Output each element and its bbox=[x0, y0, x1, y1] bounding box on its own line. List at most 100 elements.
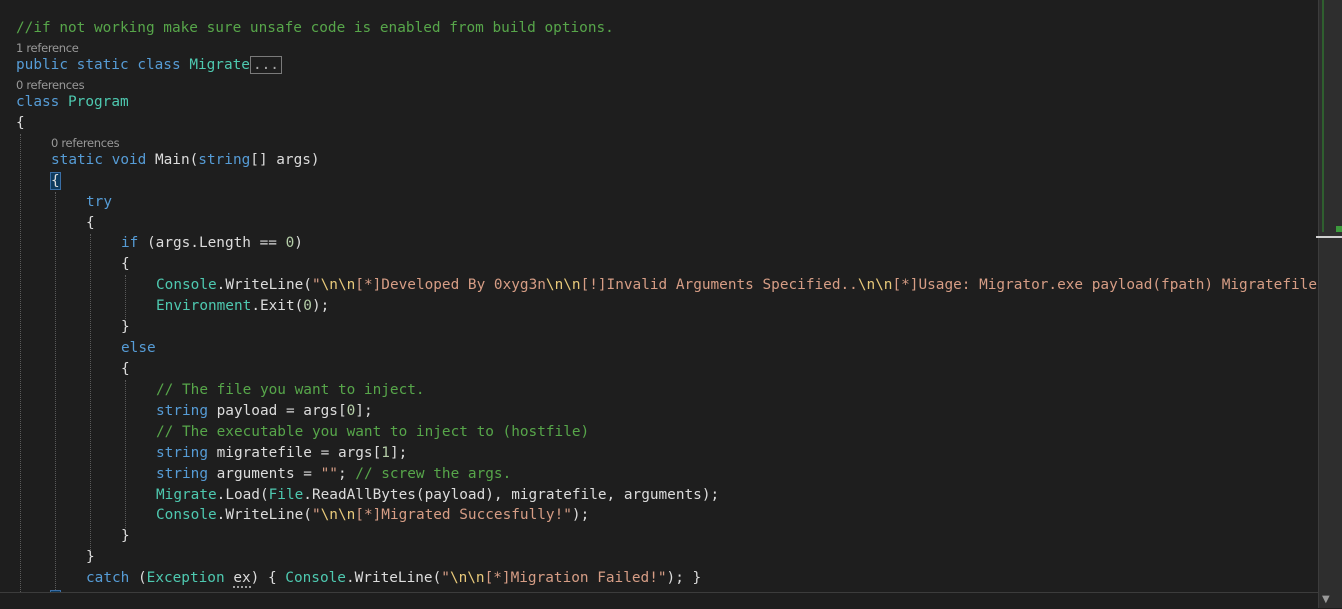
method-call: ); bbox=[311, 298, 330, 314]
matched-brace: { bbox=[50, 172, 61, 190]
scrollbar-thumb-marker[interactable] bbox=[1336, 226, 1342, 232]
string-literal: [*]Migration Failed! bbox=[484, 570, 658, 586]
code-line[interactable]: static void Main(string[] args) bbox=[51, 150, 320, 171]
code-line[interactable]: } bbox=[121, 526, 130, 547]
code-line[interactable]: { bbox=[86, 213, 95, 234]
vertical-scrollbar[interactable] bbox=[1318, 0, 1342, 608]
type-name: File bbox=[268, 487, 304, 503]
brace: } bbox=[121, 528, 130, 544]
keyword: string bbox=[156, 403, 208, 419]
comment: //if not working make sure unsafe code i… bbox=[16, 20, 614, 36]
escape-sequence: \n\n bbox=[449, 570, 485, 586]
code-line[interactable]: class Program bbox=[16, 92, 129, 113]
declaration: ; bbox=[337, 466, 356, 482]
code-line[interactable]: { bbox=[121, 254, 130, 275]
indent-guide bbox=[20, 134, 21, 592]
codelens-references[interactable]: 0 references bbox=[16, 78, 85, 92]
keyword: class bbox=[16, 94, 60, 110]
code-line[interactable]: { bbox=[50, 171, 61, 192]
keyword: try bbox=[86, 194, 112, 210]
method-call: .Exit( bbox=[251, 298, 304, 314]
declaration: payload = args[ bbox=[207, 403, 347, 419]
string-literal: "" bbox=[320, 466, 338, 482]
string-literal: [*]Usage: Migrator.exe payload(fpath) Mi… bbox=[892, 277, 1318, 293]
collapsed-region-button[interactable]: ... bbox=[249, 56, 282, 74]
string-quote: " bbox=[311, 507, 321, 523]
codelens-references[interactable]: 1 reference bbox=[16, 41, 79, 55]
indent-guide bbox=[90, 234, 91, 560]
code-line[interactable]: Migrate.Load(File.ReadAllBytes(payload),… bbox=[156, 485, 719, 506]
code-line[interactable]: string migratefile = args[1]; bbox=[156, 443, 407, 464]
brace: { bbox=[121, 361, 130, 377]
keyword: string bbox=[156, 445, 208, 461]
brace: { bbox=[121, 256, 130, 272]
method-call: ); } bbox=[666, 570, 702, 586]
code-line[interactable]: public static class Migrate... bbox=[16, 55, 282, 76]
scrollbar-change-marker bbox=[1322, 0, 1324, 232]
expression: ) { bbox=[250, 570, 286, 586]
keyword: if bbox=[121, 235, 139, 251]
number-literal: 1 bbox=[381, 445, 390, 461]
keyword: static bbox=[51, 152, 103, 168]
declaration: ]; bbox=[355, 403, 373, 419]
keyword: public bbox=[16, 57, 68, 73]
type-name: Exception bbox=[146, 570, 225, 586]
string-quote: " bbox=[441, 570, 450, 586]
chevron-down-icon[interactable]: ▼ bbox=[1322, 594, 1330, 605]
method-signature: [] args) bbox=[250, 152, 320, 168]
code-line[interactable]: try bbox=[86, 192, 112, 213]
escape-sequence: \n\n bbox=[320, 507, 356, 523]
number-literal: 0 bbox=[346, 403, 356, 419]
method-call: .WriteLine( bbox=[216, 507, 312, 523]
comment: // The executable you want to inject to … bbox=[156, 424, 590, 440]
string-literal: [*]Migrated Succesfully! bbox=[355, 507, 564, 523]
code-line[interactable]: { bbox=[121, 359, 130, 380]
type-name: Environment bbox=[156, 298, 252, 314]
type-name: Migrate bbox=[156, 487, 217, 503]
code-line[interactable]: Console.WriteLine("\n\n[*]Developed By 0… bbox=[156, 275, 1318, 296]
method-call: .ReadAllBytes(payload), migratefile, arg… bbox=[303, 487, 720, 503]
comment: // The file you want to inject. bbox=[156, 382, 425, 398]
declaration: migratefile = args[ bbox=[207, 445, 382, 461]
code-line[interactable]: //if not working make sure unsafe code i… bbox=[16, 18, 614, 39]
code-line[interactable]: catch (Exception ex) { Console.WriteLine… bbox=[86, 568, 701, 589]
number-literal: 0 bbox=[285, 235, 295, 251]
indent-guide bbox=[125, 275, 126, 319]
code-line[interactable]: string payload = args[0]; bbox=[156, 401, 373, 422]
escape-sequence: \n\n bbox=[320, 277, 356, 293]
brace: } bbox=[86, 549, 95, 565]
code-line[interactable]: // The file you want to inject. bbox=[156, 380, 425, 401]
code-line[interactable]: } bbox=[121, 317, 130, 338]
type-name: Console bbox=[156, 277, 217, 293]
keyword: void bbox=[111, 152, 147, 168]
unused-variable-warning[interactable]: ex bbox=[233, 570, 251, 588]
method-signature: Main( bbox=[146, 152, 199, 168]
expression: (args.Length == bbox=[138, 235, 286, 251]
brace: { bbox=[86, 215, 95, 231]
code-line[interactable]: Console.WriteLine("\n\n[*]Migrated Succe… bbox=[156, 505, 589, 526]
escape-sequence: \n\n bbox=[857, 277, 893, 293]
code-line[interactable]: else bbox=[121, 338, 156, 359]
expression: ( bbox=[129, 570, 147, 586]
brace: } bbox=[121, 319, 130, 335]
code-line[interactable]: { bbox=[16, 113, 25, 134]
horizontal-scrollbar[interactable] bbox=[0, 592, 1318, 609]
code-editor[interactable]: //if not working make sure unsafe code i… bbox=[0, 0, 1318, 592]
declaration: ]; bbox=[389, 445, 408, 461]
code-line[interactable]: string arguments = ""; // screw the args… bbox=[156, 464, 511, 485]
type-name: Console bbox=[285, 570, 346, 586]
string-quote: " bbox=[657, 570, 667, 586]
method-call: .WriteLine( bbox=[345, 570, 442, 586]
indent-guide bbox=[55, 192, 56, 592]
indent-guide bbox=[125, 380, 126, 528]
code-line[interactable]: } bbox=[86, 547, 95, 568]
expression: ) bbox=[294, 235, 303, 251]
method-call: .WriteLine( bbox=[216, 277, 312, 293]
keyword: catch bbox=[86, 570, 130, 586]
code-line[interactable]: // The executable you want to inject to … bbox=[156, 422, 589, 443]
code-line[interactable]: if (args.Length == 0) bbox=[121, 233, 303, 254]
code-line[interactable]: Environment.Exit(0); bbox=[156, 296, 329, 317]
codelens-references[interactable]: 0 references bbox=[51, 136, 120, 150]
method-call: ); bbox=[571, 507, 590, 523]
method-call: .Load( bbox=[216, 487, 269, 503]
